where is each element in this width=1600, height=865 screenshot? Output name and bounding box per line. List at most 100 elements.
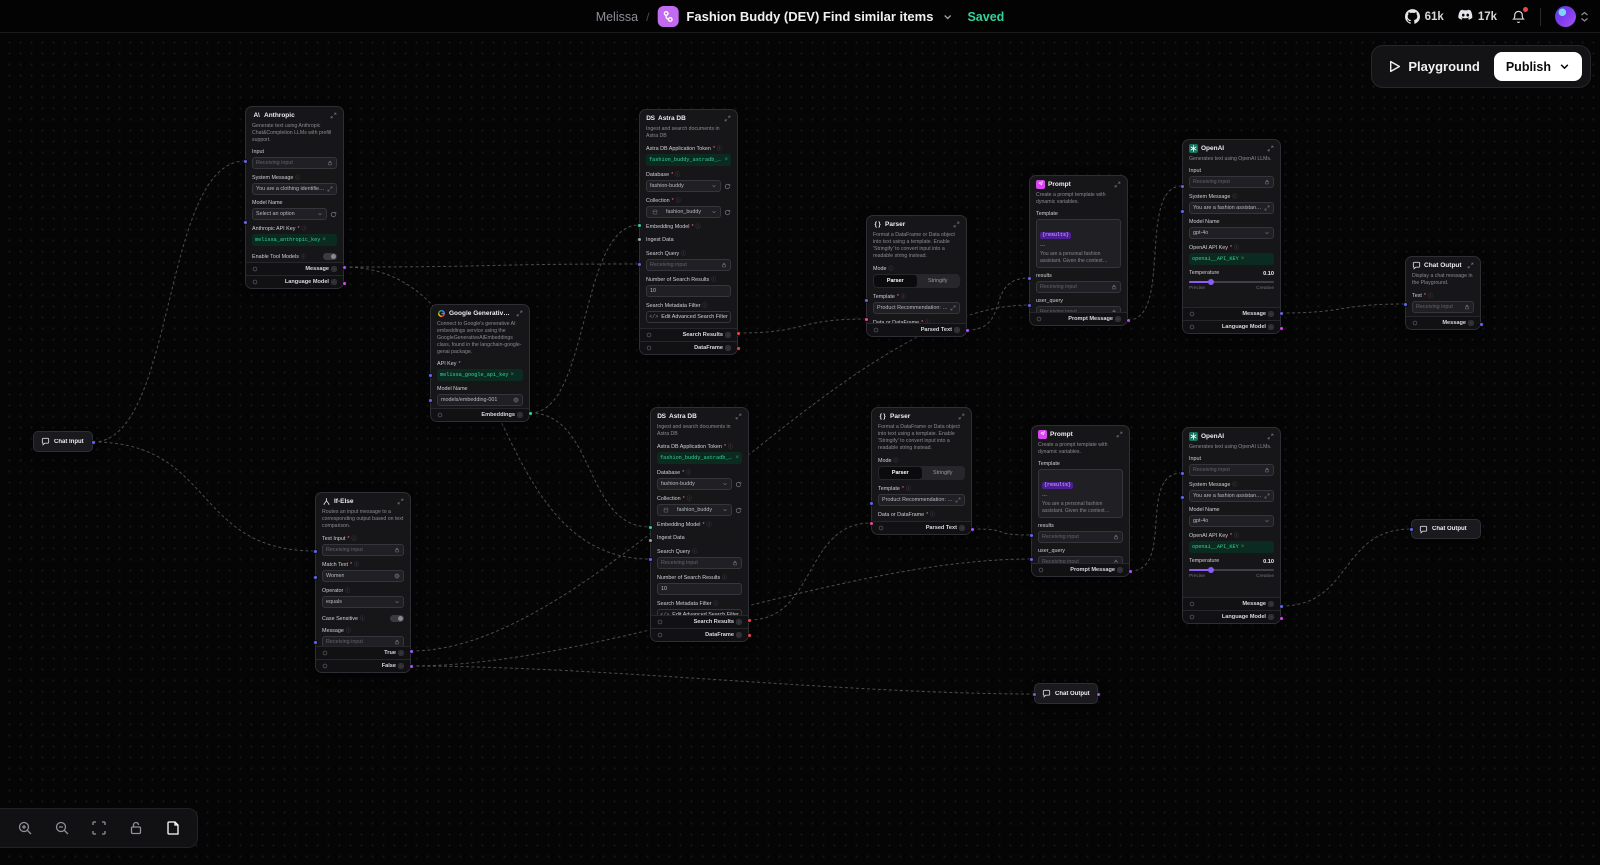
flow-edge[interactable] [410,665,1035,695]
text-input-field[interactable]: models/embedding-001 [437,394,523,407]
select-field[interactable]: gpt-4o [1189,515,1274,528]
connection-handle[interactable] [868,500,874,506]
output-row-dataframe[interactable]: DataFrame [640,341,737,354]
select-field[interactable]: fashion-buddy [657,478,732,491]
connection-handle[interactable] [636,261,642,267]
node-header[interactable]: { } Parser [867,216,966,232]
connection-handle[interactable] [1028,532,1034,538]
output-row-search-results[interactable]: Search Results [651,615,748,628]
node-header[interactable]: DS Astra DB [651,408,748,424]
output-row-search-results[interactable]: Search Results [640,328,737,341]
node-prompt-2[interactable]: </Prompt Create a prompt template with dy… [1031,425,1130,577]
connection-handle[interactable] [1031,691,1037,697]
connection-handle[interactable] [527,410,533,416]
connection-handle[interactable] [427,372,433,378]
flow-edge[interactable] [966,277,1030,331]
connection-handle[interactable] [1026,302,1032,308]
text-input-field[interactable]: You are a clothing identifier. From t... [252,183,337,196]
output-row-message[interactable]: Message [1406,316,1480,329]
node-header[interactable]: A\ Anthropic [246,107,343,123]
select-field[interactable]: fashion_buddy [657,504,732,517]
add-note-button[interactable] [156,813,189,843]
text-input-field[interactable]: Receiving input [1189,464,1274,477]
connection-handle[interactable] [408,663,414,669]
expand-node-icon[interactable] [724,115,731,122]
segment-option[interactable]: Parser [874,275,917,288]
api-key-badge[interactable]: fashion_buddy_astradb_... × [657,452,742,465]
segment-option[interactable]: Parser [879,467,922,480]
notifications-button[interactable] [1511,6,1528,25]
connection-handle[interactable] [1179,183,1185,189]
output-row-dataframe[interactable]: DataFrame [651,628,748,641]
text-input-field[interactable]: Receiving input [252,157,337,170]
node-chat-output-2[interactable]: Chat Output [1411,519,1481,539]
remove-key-icon[interactable]: × [735,455,739,461]
connection-handle[interactable] [312,639,318,645]
connection-handle[interactable] [636,236,642,242]
connection-handle[interactable] [312,548,318,554]
text-input-field[interactable]: Receiving input [1038,531,1123,544]
output-row-message[interactable]: Message [1183,307,1280,320]
connection-handle[interactable] [1278,325,1284,331]
connection-handle[interactable] [1179,208,1185,214]
node-openai-1[interactable]: OpenAI Generates text using OpenAI LLMs. I… [1182,139,1281,334]
text-input-field[interactable]: Product Recommendation: Simil... [878,494,965,507]
flow-menu-chevron-icon[interactable] [941,10,955,24]
output-row-message[interactable]: Message [1183,597,1280,610]
expand-node-icon[interactable] [1114,181,1121,188]
flow-edge[interactable] [971,528,1032,536]
connection-handle[interactable] [1478,321,1484,327]
text-input-field[interactable]: Receiving input [1038,556,1123,563]
select-field[interactable]: equals [322,596,404,609]
node-parser-1[interactable]: { } Parser Format a DataFrame or Data obje… [866,215,967,337]
text-input-field[interactable]: Receiving input [322,636,404,646]
text-input-field[interactable]: Women [322,570,404,583]
flow-edge[interactable] [737,318,867,334]
node-header[interactable]: OpenAI [1183,428,1280,444]
connection-handle[interactable] [1127,568,1133,574]
text-input-field[interactable]: 10 [657,583,742,596]
node-if-else[interactable]: If-Else Routes an input message to a corr… [315,492,411,673]
zoom-out-button[interactable] [45,813,78,843]
expand-node-icon[interactable] [516,310,523,317]
connection-handle[interactable] [341,280,347,286]
connection-handle[interactable] [647,524,653,530]
breadcrumb-user[interactable]: Melissa [596,10,638,24]
user-menu[interactable] [1555,6,1590,27]
connection-handle[interactable] [1402,301,1408,307]
flow-edge[interactable] [1129,472,1183,572]
text-input-field[interactable]: Receiving input [322,544,404,557]
flow-edge[interactable] [92,160,246,443]
expand-node-icon[interactable] [1467,262,1474,269]
connection-handle[interactable] [1278,310,1284,316]
expand-node-icon[interactable] [1116,431,1123,438]
api-key-badge[interactable]: openai__API_KEY × [1189,541,1274,554]
connection-handle[interactable] [427,397,433,403]
text-input-field[interactable]: Receiving input [1412,301,1474,314]
connection-handle[interactable] [1278,603,1284,609]
slider-knob[interactable] [1208,567,1215,574]
node-header[interactable]: DS Astra DB [640,110,737,126]
flow-edge[interactable] [529,412,651,528]
connection-handle[interactable] [1026,275,1032,281]
connection-handle[interactable] [242,158,248,164]
node-astra-db-1[interactable]: DS Astra DB Ingest and search documents in… [639,109,738,355]
connection-handle[interactable] [312,574,318,580]
connection-handle[interactable] [647,556,653,562]
output-row-true[interactable]: True [316,646,410,659]
connection-handle[interactable] [746,617,752,623]
node-header[interactable]: If-Else [316,493,410,509]
node-chat-output-1[interactable]: Chat Output Display a chat message in the… [1405,256,1481,330]
segment-option[interactable]: Stringify [917,275,960,287]
output-row-parsed-text[interactable]: Parsed Text [867,323,966,336]
connection-handle[interactable] [1179,494,1185,500]
connection-handle[interactable] [868,520,874,526]
output-row-prompt-message[interactable]: Prompt Message [1032,563,1129,576]
connection-handle[interactable] [1125,317,1131,323]
output-row-message[interactable]: Message [246,262,343,275]
mode-segmented-control[interactable]: Parser Stringify [878,466,965,481]
mode-segmented-control[interactable]: Parser Stringify [873,274,960,289]
connection-handle[interactable] [647,537,653,543]
remove-key-icon[interactable]: × [724,157,728,163]
expand-node-icon[interactable] [1267,433,1274,440]
